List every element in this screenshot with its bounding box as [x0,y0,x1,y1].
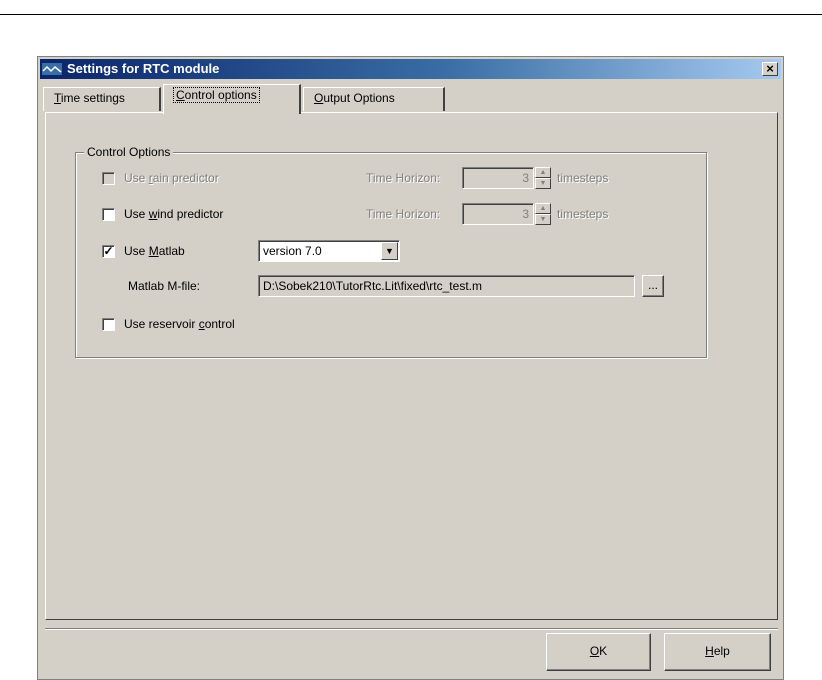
tab-output-options[interactable]: Output Options [303,87,445,111]
app-icon [42,63,62,75]
tab-control-options-label: Control options [173,87,260,103]
tab-time-settings-label: Time settings [54,91,125,105]
tab-control-options[interactable]: Control options [163,84,301,114]
tab-output-options-label: Output Options [314,91,395,105]
title-bar[interactable]: Settings for RTC module × [40,59,781,79]
close-button[interactable]: × [762,62,778,76]
tab-time-settings[interactable]: Time settings [43,87,161,111]
help-button[interactable]: Help [664,633,771,671]
control-options-panel [45,112,778,620]
window-title: Settings for RTC module [67,61,220,76]
ok-button[interactable]: OK [546,633,651,671]
page-top-rule [0,14,822,15]
settings-dialog: Settings for RTC module × Time settings … [37,56,784,680]
button-separator [45,628,778,630]
